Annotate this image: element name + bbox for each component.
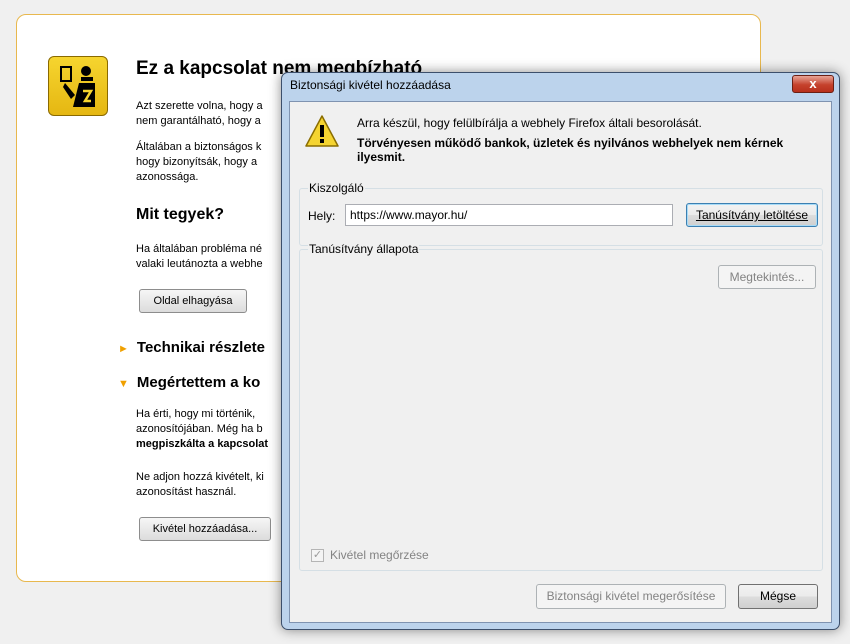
technical-details-expander[interactable]: ► Technikai részlete xyxy=(118,339,265,356)
get-certificate-label: Tanúsítvány letöltése xyxy=(695,208,809,222)
error-normal-line: azonossága. xyxy=(136,171,199,183)
add-security-exception-dialog: Biztonsági kivétel hozzáadása x Arra kés… xyxy=(281,72,840,630)
permanent-exception-label: Kivétel megőrzése xyxy=(330,548,429,562)
certificate-status-group: Tanúsítvány állapota Megtekintés... xyxy=(299,242,823,571)
what-to-do-heading: Mit tegyek? xyxy=(136,206,225,223)
cancel-button[interactable]: Mégse xyxy=(738,584,818,609)
location-input[interactable] xyxy=(345,204,673,226)
add-exception-button[interactable]: Kivétel hozzáadása... xyxy=(139,517,271,541)
no-exception-line: Ne adjon hozzá kivételt, ki xyxy=(136,471,264,483)
server-group-label: Kiszolgáló xyxy=(308,181,365,195)
risk-line: megpiszkálta a kapcsolat xyxy=(136,438,269,450)
understand-risks-expander[interactable]: ▼ Megértettem a ko xyxy=(118,374,260,391)
error-intro-line: nem garantálható, hogy a xyxy=(136,115,261,127)
location-label: Hely: xyxy=(308,209,336,223)
close-icon: x xyxy=(809,76,817,91)
risk-line: Ha érti, hogy mi történik, xyxy=(136,408,256,420)
server-group: Kiszolgáló Hely: Tanúsítvány letöltése xyxy=(299,181,823,246)
dialog-title: Biztonsági kivétel hozzáadása xyxy=(290,78,451,92)
collapsed-triangle-icon: ► xyxy=(118,343,129,355)
certificate-status-label: Tanúsítvány állapota xyxy=(308,242,420,256)
untrusted-connection-icon xyxy=(48,56,108,116)
permanent-exception-checkbox[interactable]: ✓ xyxy=(311,549,324,562)
technical-details-label: Technikai részlete xyxy=(136,339,266,356)
view-certificate-button[interactable]: Megtekintés... xyxy=(718,265,816,289)
dialog-intro-text: Arra készül, hogy felülbírálja a webhely… xyxy=(357,116,702,130)
dialog-warning-text: Törvényesen működő bankok, üzletek és ny… xyxy=(357,136,784,164)
what-to-do-line: Ha általában probléma né xyxy=(136,243,262,255)
close-button[interactable]: x xyxy=(792,75,834,93)
leave-page-button[interactable]: Oldal elhagyása xyxy=(139,289,247,313)
error-normal-line: hogy bizonyítsák, hogy a xyxy=(136,156,258,168)
dialog-body: Arra készül, hogy felülbírálja a webhely… xyxy=(289,101,832,623)
warning-icon xyxy=(305,115,339,147)
no-exception-line: azonosítást használ. xyxy=(136,486,237,498)
error-normal-line: Általában a biztonságos k xyxy=(136,141,262,153)
expanded-triangle-icon: ▼ xyxy=(118,378,129,390)
confirm-exception-button[interactable]: Biztonsági kivétel megerősítése xyxy=(536,584,726,609)
get-certificate-button[interactable]: Tanúsítvány letöltése xyxy=(686,203,818,227)
error-intro-line: Azt szerette volna, hogy a xyxy=(136,100,263,112)
understand-risks-label: Megértettem a ko xyxy=(136,374,261,391)
risk-line: azonosítójában. Még ha b xyxy=(136,423,263,435)
what-to-do-line: valaki leutánozta a webhe xyxy=(136,258,263,270)
